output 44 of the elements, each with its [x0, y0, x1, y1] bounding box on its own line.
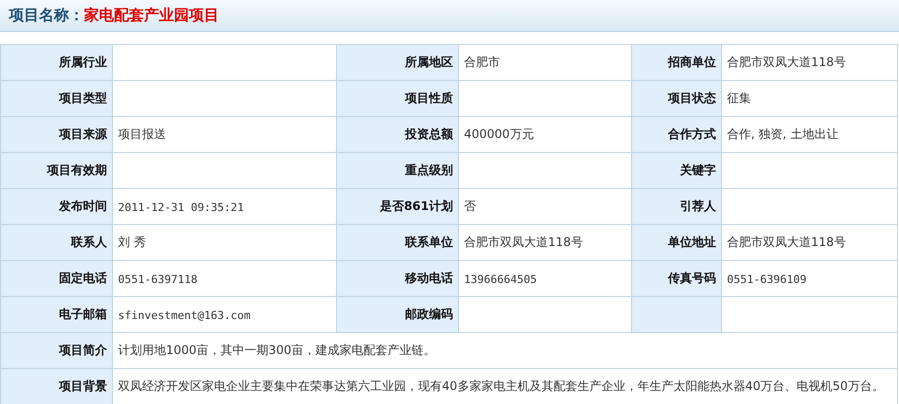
title-label: 项目名称： — [9, 6, 84, 25]
field-label: 所属行业 — [59, 55, 107, 69]
field-value: 双凤经济开发区家电企业主要集中在荣事达第六工业园，现有40多家家电主机及其配套生产企业，年生产太阳能热水器40万台、电视机50万台。 — [118, 379, 884, 393]
field-label: 项目简介 — [59, 343, 107, 357]
field-value: sfinvestment@163.com — [118, 308, 250, 322]
field-label: 移动电话 — [405, 271, 453, 285]
field-value: 刘 秀 — [118, 235, 146, 249]
field-label: 项目背景 — [59, 379, 107, 393]
field-value: 13966664505 — [464, 272, 537, 286]
field-value: 项目报送 — [118, 127, 166, 141]
field-label: 项目性质 — [405, 91, 453, 105]
field-label: 关键字 — [680, 163, 716, 177]
field-label: 单位地址 — [668, 235, 716, 249]
field-label: 发布时间 — [59, 199, 107, 213]
field-label: 固定电话 — [59, 271, 107, 285]
field-value: 0551-6397118 — [118, 272, 198, 286]
field-label: 是否861计划 — [380, 199, 453, 213]
field-label: 联系单位 — [405, 235, 453, 249]
field-label: 重点级别 — [405, 163, 453, 177]
field-label: 招商单位 — [668, 55, 716, 69]
field-value: 否 — [464, 199, 476, 213]
field-value: 400000万元 — [464, 127, 534, 141]
field-value: 征集 — [727, 91, 751, 105]
field-label: 联系人 — [71, 235, 107, 249]
field-value: 合肥市双凤大道118号 — [727, 235, 846, 249]
field-value: 2011-12-31 09:35:21 — [118, 200, 244, 214]
field-label: 引荐人 — [680, 199, 716, 213]
field-label: 所属地区 — [405, 55, 453, 69]
field-label: 投资总额 — [405, 127, 453, 141]
project-title: 家电配套产业园项目 — [84, 6, 219, 25]
field-value: 合作, 独资, 土地出让 — [727, 127, 838, 141]
field-label: 项目类型 — [59, 91, 107, 105]
field-label: 项目状态 — [668, 91, 716, 105]
field-value: 合肥市 — [464, 55, 500, 69]
field-value: 合肥市双凤大道118号 — [727, 55, 846, 69]
field-label: 电子邮箱 — [59, 307, 107, 321]
field-label: 项目有效期 — [47, 163, 107, 177]
field-value: 合肥市双凤大道118号 — [464, 235, 583, 249]
field-value: 0551-6396109 — [727, 272, 806, 286]
field-label: 项目来源 — [59, 127, 107, 141]
field-label: 合作方式 — [668, 127, 716, 141]
field-label: 传真号码 — [668, 271, 716, 285]
field-value: 计划用地1000亩，其中一期300亩，建成家电配套产业链。 — [118, 343, 436, 357]
field-label: 邮政编码 — [405, 307, 453, 321]
